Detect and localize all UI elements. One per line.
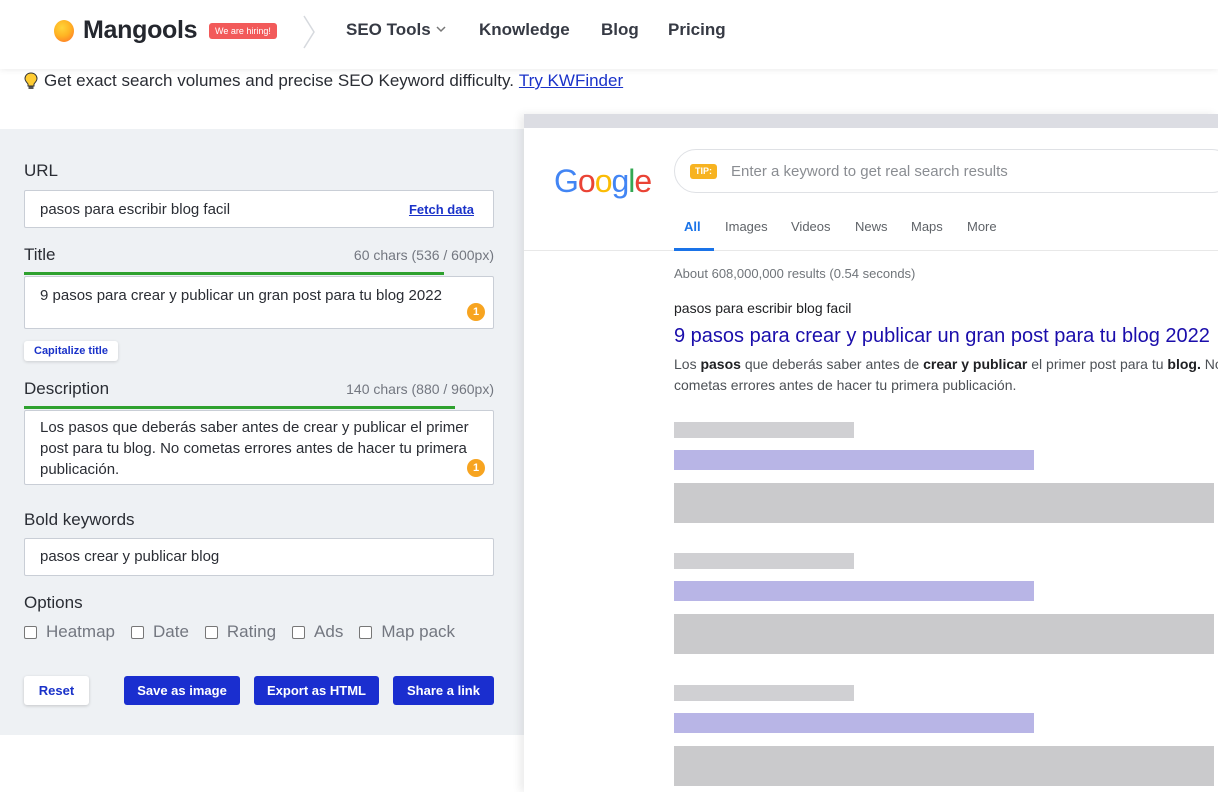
bold-keyword: crear y publicar	[923, 356, 1028, 372]
chevron-down-icon[interactable]	[436, 25, 446, 33]
options-list: Heatmap Date Rating Ads Map pack	[24, 622, 471, 642]
checkbox[interactable]	[292, 625, 306, 639]
placeholder-url	[674, 422, 854, 438]
serp-tabs: All Images Videos News Maps More	[524, 211, 1218, 251]
tab-maps[interactable]: Maps	[911, 219, 943, 234]
placeholder-title	[674, 450, 1034, 470]
title-length-bar	[24, 272, 444, 275]
option-map-pack[interactable]: Map pack	[359, 622, 455, 642]
export-html-button[interactable]: Export as HTML	[254, 676, 379, 705]
title-value: 9 pasos para crear y publicar un gran po…	[40, 287, 442, 304]
checkbox[interactable]	[359, 625, 373, 639]
top-header: Mangools We are hiring! SEO Tools Knowle…	[0, 0, 1218, 69]
title-char-count: 60 chars (536 / 600px)	[353, 247, 494, 263]
tip-badge: TIP:	[690, 164, 717, 179]
tab-more[interactable]: More	[967, 219, 997, 234]
result-url[interactable]: pasos para escribir blog facil	[674, 300, 851, 316]
placeholder-url	[674, 553, 854, 569]
description-length-bar	[24, 406, 455, 409]
checkbox[interactable]	[204, 625, 218, 639]
reset-button[interactable]: Reset	[24, 676, 89, 705]
checkbox[interactable]	[130, 625, 144, 639]
placeholder-description	[674, 483, 1214, 523]
try-kwfinder-link[interactable]: Try KWFinder	[519, 71, 623, 91]
google-serp-preview: Google TIP: Enter a keyword to get real …	[524, 114, 1218, 792]
results-count: About 608,000,000 results (0.54 seconds)	[674, 266, 916, 281]
placeholder-description	[674, 746, 1214, 786]
option-ads[interactable]: Ads	[292, 622, 343, 642]
description-text: Los	[674, 356, 701, 372]
placeholder-url	[674, 685, 854, 701]
hiring-badge[interactable]: We are hiring!	[209, 23, 277, 39]
description-text: que deberás saber antes de	[740, 356, 924, 372]
serp-search-input[interactable]: Enter a keyword to get real search resul…	[731, 163, 1008, 180]
serp-simulator-form: URL pasos para escribir blog facil Fetch…	[0, 129, 524, 735]
bold-keyword: blog.	[1167, 356, 1201, 372]
placeholder-title	[674, 581, 1034, 601]
divider-chevron-icon	[303, 15, 315, 49]
options-label: Options	[24, 593, 83, 612]
tab-videos[interactable]: Videos	[791, 219, 831, 234]
description-text: el primer post para tu	[1027, 356, 1168, 372]
share-link-button[interactable]: Share a link	[393, 676, 494, 705]
placeholder-title	[674, 713, 1034, 733]
nav-knowledge[interactable]: Knowledge	[479, 20, 570, 40]
fetch-data-link[interactable]: Fetch data	[409, 202, 474, 217]
promo-banner: Get exact search volumes and precise SEO…	[24, 70, 623, 92]
nav-pricing[interactable]: Pricing	[668, 20, 726, 40]
tab-all[interactable]: All	[684, 219, 701, 234]
bold-keyword: pasos	[700, 356, 741, 372]
tab-images[interactable]: Images	[725, 219, 768, 234]
mangools-logo-icon[interactable]	[54, 20, 74, 42]
description-char-count: 140 chars (880 / 960px)	[346, 381, 494, 397]
placeholder-description	[674, 614, 1214, 654]
title-warning-badge[interactable]: 1	[467, 303, 485, 321]
description-warning-badge[interactable]: 1	[467, 459, 485, 477]
bold-keywords-label: Bold keywords	[24, 510, 135, 529]
nav-seo-tools[interactable]: SEO Tools	[346, 20, 431, 40]
serp-search-box[interactable]: TIP: Enter a keyword to get real search …	[674, 149, 1218, 193]
description-value: Los pasos que deberás saber antes de cre…	[40, 419, 469, 478]
option-rating[interactable]: Rating	[204, 622, 276, 642]
result-description: Los pasos que deberás saber antes de cre…	[674, 354, 1218, 396]
url-input[interactable]: pasos para escribir blog facil Fetch dat…	[24, 190, 494, 228]
option-date[interactable]: Date	[130, 622, 189, 642]
save-as-image-button[interactable]: Save as image	[124, 676, 240, 705]
option-heatmap[interactable]: Heatmap	[24, 622, 115, 642]
tab-news[interactable]: News	[855, 219, 888, 234]
checkbox[interactable]	[24, 625, 37, 639]
google-logo: Google	[554, 163, 652, 199]
title-label: Title	[24, 245, 56, 264]
capitalize-title-button[interactable]: Capitalize title	[24, 341, 118, 361]
description-label: Description	[24, 379, 110, 398]
nav-blog[interactable]: Blog	[601, 20, 639, 40]
lightbulb-icon	[24, 72, 38, 89]
promo-text: Get exact search volumes and precise SEO…	[44, 71, 514, 90]
result-title[interactable]: 9 pasos para crear y publicar un gran po…	[674, 325, 1210, 348]
active-tab-indicator	[674, 248, 714, 251]
brand-name[interactable]: Mangools	[83, 16, 198, 45]
url-value: pasos para escribir blog facil	[40, 201, 231, 218]
bold-keywords-value: pasos crear y publicar blog	[40, 548, 220, 565]
bold-keywords-input[interactable]: pasos crear y publicar blog	[24, 538, 494, 576]
title-input[interactable]: 9 pasos para crear y publicar un gran po…	[24, 276, 494, 329]
url-label: URL	[24, 161, 59, 180]
description-input[interactable]: Los pasos que deberás saber antes de cre…	[24, 410, 494, 485]
